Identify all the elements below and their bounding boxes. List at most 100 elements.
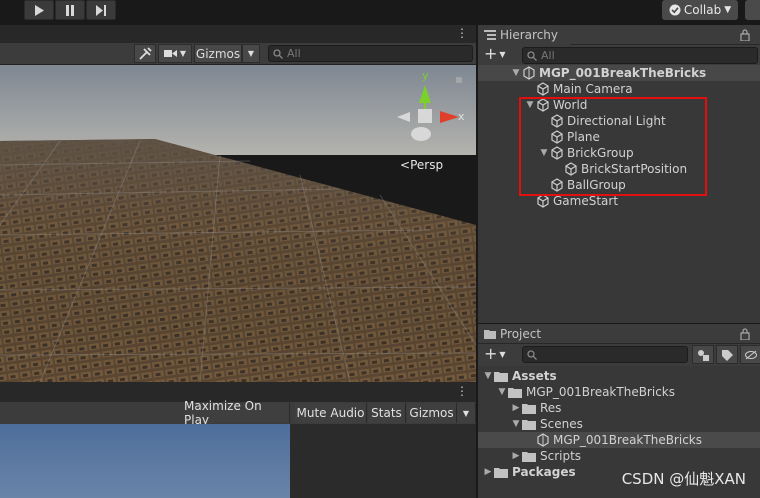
- axis-y-label: y: [422, 69, 429, 82]
- lock-icon[interactable]: [740, 29, 750, 41]
- lock-icon[interactable]: [740, 328, 750, 340]
- folder-open-icon: [508, 387, 522, 398]
- create-button[interactable]: + ▼: [484, 46, 506, 62]
- project-search-input[interactable]: [522, 346, 688, 363]
- collab-button[interactable]: Collab ▼: [662, 0, 738, 20]
- project-tab-bar: Project: [478, 324, 760, 344]
- project-tree-item[interactable]: MGP_001BreakTheBricks: [478, 432, 760, 448]
- foldout-arrow-icon[interactable]: ▶: [510, 451, 522, 461]
- scene-row[interactable]: ▼ MGP_001BreakTheBricks: [478, 65, 760, 81]
- folder-icon: [484, 330, 496, 339]
- gizmos-label: Gizmos: [195, 46, 241, 61]
- folder-open-icon: [522, 419, 536, 430]
- project-toolbar: + ▼: [478, 344, 760, 366]
- search-by-type-button[interactable]: [692, 345, 714, 364]
- mute-audio-button[interactable]: Mute Audio: [295, 403, 367, 423]
- gizmos-button[interactable]: Gizmos: [194, 44, 242, 63]
- tab-project[interactable]: Project: [478, 324, 560, 344]
- pause-button[interactable]: [55, 0, 85, 20]
- search-placeholder: All: [541, 49, 555, 62]
- pause-icon: [66, 4, 74, 16]
- project-tree-item[interactable]: ▼ Assets: [478, 368, 760, 384]
- tools-icon: [138, 47, 152, 60]
- project-tree-item[interactable]: ▶ Res: [478, 400, 760, 416]
- search-icon: [527, 349, 537, 360]
- maximize-on-play-button[interactable]: Maximize On Play: [184, 399, 290, 427]
- unity-scene-icon: [537, 433, 549, 447]
- main-toolbar: Collab ▼: [0, 0, 760, 24]
- scene-viewport[interactable]: y x <Persp: [0, 65, 476, 382]
- stats-button[interactable]: Stats: [368, 403, 406, 423]
- plus-icon: +: [484, 44, 498, 63]
- project-tree-label: MGP_001BreakTheBricks: [526, 385, 675, 399]
- play-button[interactable]: [24, 0, 54, 20]
- camera-settings-button[interactable]: ▼: [158, 44, 192, 63]
- hierarchy-toolbar: + ▼ All: [478, 45, 760, 65]
- project-tree-item[interactable]: ▼ Scenes: [478, 416, 760, 432]
- kebab-menu-icon[interactable]: ⋮: [456, 26, 468, 40]
- hierarchy-tab-bar: Hierarchy: [478, 25, 760, 45]
- hierarchy-item[interactable]: Main Camera: [478, 81, 760, 97]
- hidden-packages-button[interactable]: [740, 345, 760, 364]
- folder-open-icon: [494, 371, 508, 382]
- hierarchy-search-input[interactable]: All: [522, 47, 758, 64]
- project-tree-item[interactable]: ▶ Scripts: [478, 448, 760, 464]
- project-tree-label: Packages: [512, 465, 576, 479]
- foldout-arrow-icon[interactable]: ▶: [482, 467, 494, 477]
- gizmos-dropdown[interactable]: ▼: [242, 44, 260, 63]
- game-gizmos-button[interactable]: Gizmos: [407, 403, 457, 423]
- scene-tab-bar: ⋮: [0, 25, 476, 43]
- gameobject-cube-icon: [537, 82, 549, 96]
- hierarchy-icon: [484, 30, 496, 40]
- collab-label: Collab: [683, 3, 722, 17]
- eye-slash-icon: [745, 350, 757, 359]
- persp-label[interactable]: <Persp: [400, 158, 443, 172]
- search-icon: [273, 48, 283, 59]
- chevron-down-icon: ▼: [724, 5, 732, 15]
- hierarchy-item-label: GameStart: [553, 194, 619, 208]
- step-button[interactable]: [86, 0, 116, 20]
- foldout-arrow-icon[interactable]: ▶: [510, 403, 522, 413]
- chevron-down-icon: ▼: [462, 408, 470, 418]
- foldout-arrow-icon[interactable]: ▼: [482, 371, 494, 381]
- folder-icon: [522, 451, 536, 462]
- folder-icon: [494, 467, 508, 478]
- game-camera-output: [0, 424, 290, 498]
- scene-search-input[interactable]: All: [268, 45, 473, 62]
- scene-name: MGP_001BreakTheBricks: [539, 66, 707, 80]
- tab-hierarchy[interactable]: Hierarchy: [478, 25, 570, 45]
- gameobject-cube-icon: [537, 194, 549, 208]
- foldout-arrow-icon[interactable]: ▼: [496, 387, 508, 397]
- chevron-down-icon: ▼: [499, 349, 506, 359]
- chevron-down-icon: ▼: [179, 49, 187, 58]
- tools-button[interactable]: [134, 44, 156, 63]
- highlight-box: [519, 97, 707, 196]
- folder-icon: [522, 403, 536, 414]
- axis-x-label: x: [458, 110, 465, 123]
- plus-icon: +: [484, 344, 498, 363]
- game-view[interactable]: [0, 424, 476, 498]
- watermark: CSDN @仙魁XAN: [621, 470, 746, 488]
- project-tab-label: Project: [500, 327, 542, 341]
- scene-render: y x <Persp: [0, 65, 476, 382]
- foldout-arrow-icon[interactable]: ▼: [510, 68, 522, 78]
- chevron-down-icon: ▼: [499, 49, 506, 59]
- search-icon: [527, 50, 537, 61]
- project-tree-item[interactable]: ▼ MGP_001BreakTheBricks: [478, 384, 760, 400]
- project-panel: ▼ Assets ▼ MGP_001BreakTheBricks ▶ Res ▼ Scenes…: [478, 366, 760, 498]
- search-by-label-button[interactable]: [716, 345, 738, 364]
- foldout-arrow-icon[interactable]: ▼: [510, 419, 522, 429]
- check-circle-icon: [669, 4, 681, 16]
- account-button[interactable]: [745, 0, 760, 20]
- project-tree-label: Res: [540, 401, 562, 415]
- game-gizmos-dropdown[interactable]: ▼: [457, 403, 476, 423]
- hierarchy-tab-label: Hierarchy: [500, 28, 559, 42]
- project-tree-label: Scenes: [540, 417, 583, 431]
- project-tree-label: Assets: [512, 369, 557, 383]
- chevron-down-icon: ▼: [247, 49, 255, 58]
- kebab-menu-icon[interactable]: ⋮: [456, 384, 468, 398]
- create-button[interactable]: + ▼: [484, 346, 506, 362]
- type-filter-icon: [698, 349, 709, 361]
- project-tree-label: MGP_001BreakTheBricks: [553, 433, 702, 447]
- hierarchy-panel: ▼ MGP_001BreakTheBricks Main Camera ▼ Worl…: [478, 65, 760, 323]
